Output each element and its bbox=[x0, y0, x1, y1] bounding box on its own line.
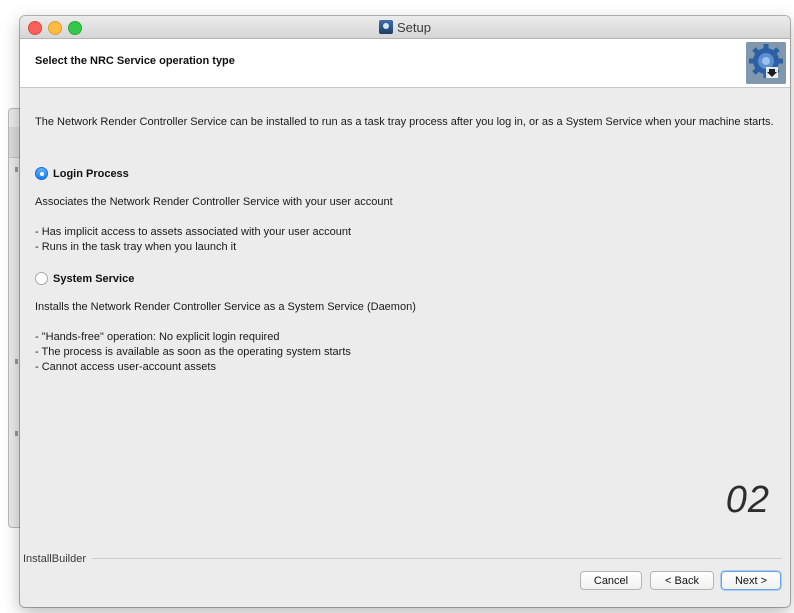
installbuilder-brand: InstallBuilder bbox=[23, 553, 86, 565]
system-service-bullet: - Cannot access user-account assets bbox=[35, 361, 216, 373]
background-window-mark bbox=[15, 167, 18, 172]
page-header: Select the NRC Service operation type bbox=[20, 39, 790, 88]
login-process-bullet: - Runs in the task tray when you launch … bbox=[35, 241, 237, 253]
login-process-label[interactable]: Login Process bbox=[53, 168, 129, 180]
option-system-service[interactable]: System Service bbox=[35, 272, 134, 285]
system-service-bullet: - "Hands-free" operation: No explicit lo… bbox=[35, 331, 280, 343]
page-title: Select the NRC Service operation type bbox=[35, 55, 235, 67]
back-button[interactable]: < Back bbox=[650, 571, 714, 590]
page-content: The Network Render Controller Service ca… bbox=[35, 114, 775, 373]
system-service-description: Installs the Network Render Controller S… bbox=[35, 301, 416, 313]
intro-text: The Network Render Controller Service ca… bbox=[35, 116, 774, 128]
cancel-button[interactable]: Cancel bbox=[580, 571, 642, 590]
next-button[interactable]: Next > bbox=[721, 571, 781, 590]
gear-download-icon bbox=[746, 42, 786, 84]
system-service-label[interactable]: System Service bbox=[53, 273, 134, 285]
login-process-radio[interactable] bbox=[35, 167, 48, 180]
title-bar[interactable]: Setup bbox=[20, 16, 790, 39]
window-title: Setup bbox=[397, 19, 431, 35]
login-process-bullet: - Has implicit access to assets associat… bbox=[35, 226, 352, 238]
system-service-radio[interactable] bbox=[35, 272, 48, 285]
background-window-mark bbox=[15, 431, 18, 436]
background-window-mark bbox=[15, 359, 18, 364]
footer-divider bbox=[92, 558, 782, 559]
setup-app-icon bbox=[379, 20, 393, 34]
option-login-process[interactable]: Login Process bbox=[35, 167, 129, 180]
system-service-bullet: - The process is available as soon as th… bbox=[35, 346, 351, 358]
login-process-description: Associates the Network Render Controller… bbox=[35, 196, 393, 208]
step-number: 02 bbox=[725, 479, 770, 521]
setup-window: Setup Select the NRC Service operation t… bbox=[20, 16, 790, 607]
